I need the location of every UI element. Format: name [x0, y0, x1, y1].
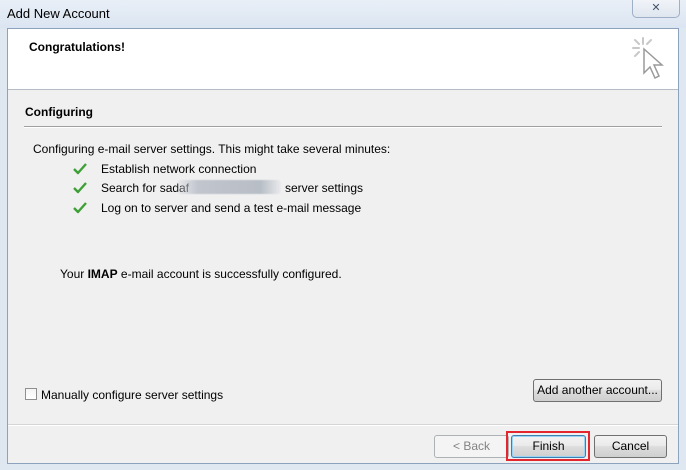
step-label-suffix: server settings [285, 181, 364, 195]
wizard-header: Congratulations! [8, 29, 678, 90]
cancel-button[interactable]: Cancel [594, 435, 667, 458]
success-message: Your IMAP e-mail account is successfully… [60, 267, 342, 281]
step-label: Establish network connection [101, 162, 257, 176]
step-label: Search for sadaf [101, 181, 190, 195]
section-title: Configuring [25, 105, 93, 119]
footer-divider [8, 424, 678, 426]
manual-config-checkbox[interactable] [25, 388, 37, 400]
manual-config-label[interactable]: Manually configure server settings [41, 388, 223, 402]
title-bar: Add New Account ✕ [0, 0, 686, 28]
description-text: Configuring e-mail server settings. This… [33, 142, 391, 156]
window-title: Add New Account [7, 6, 110, 21]
checkmark-icon [73, 182, 87, 194]
dialog-body: Congratulations! Configuring Configuring… [7, 28, 679, 464]
checkmark-icon [73, 202, 87, 214]
close-icon: ✕ [651, 2, 661, 14]
section-divider [24, 126, 662, 128]
finish-highlight-box [506, 431, 590, 461]
close-button[interactable]: ✕ [632, 0, 680, 18]
page-heading: Congratulations! [29, 40, 125, 54]
add-another-account-button[interactable]: Add another account... [533, 379, 662, 402]
protocol-name: IMAP [87, 267, 118, 281]
redacted-server-name [177, 180, 281, 194]
back-button[interactable]: < Back [434, 435, 509, 458]
checkmark-icon [73, 163, 87, 175]
step-label: Log on to server and send a test e-mail … [101, 201, 362, 215]
wizard-cursor-icon [632, 37, 664, 80]
